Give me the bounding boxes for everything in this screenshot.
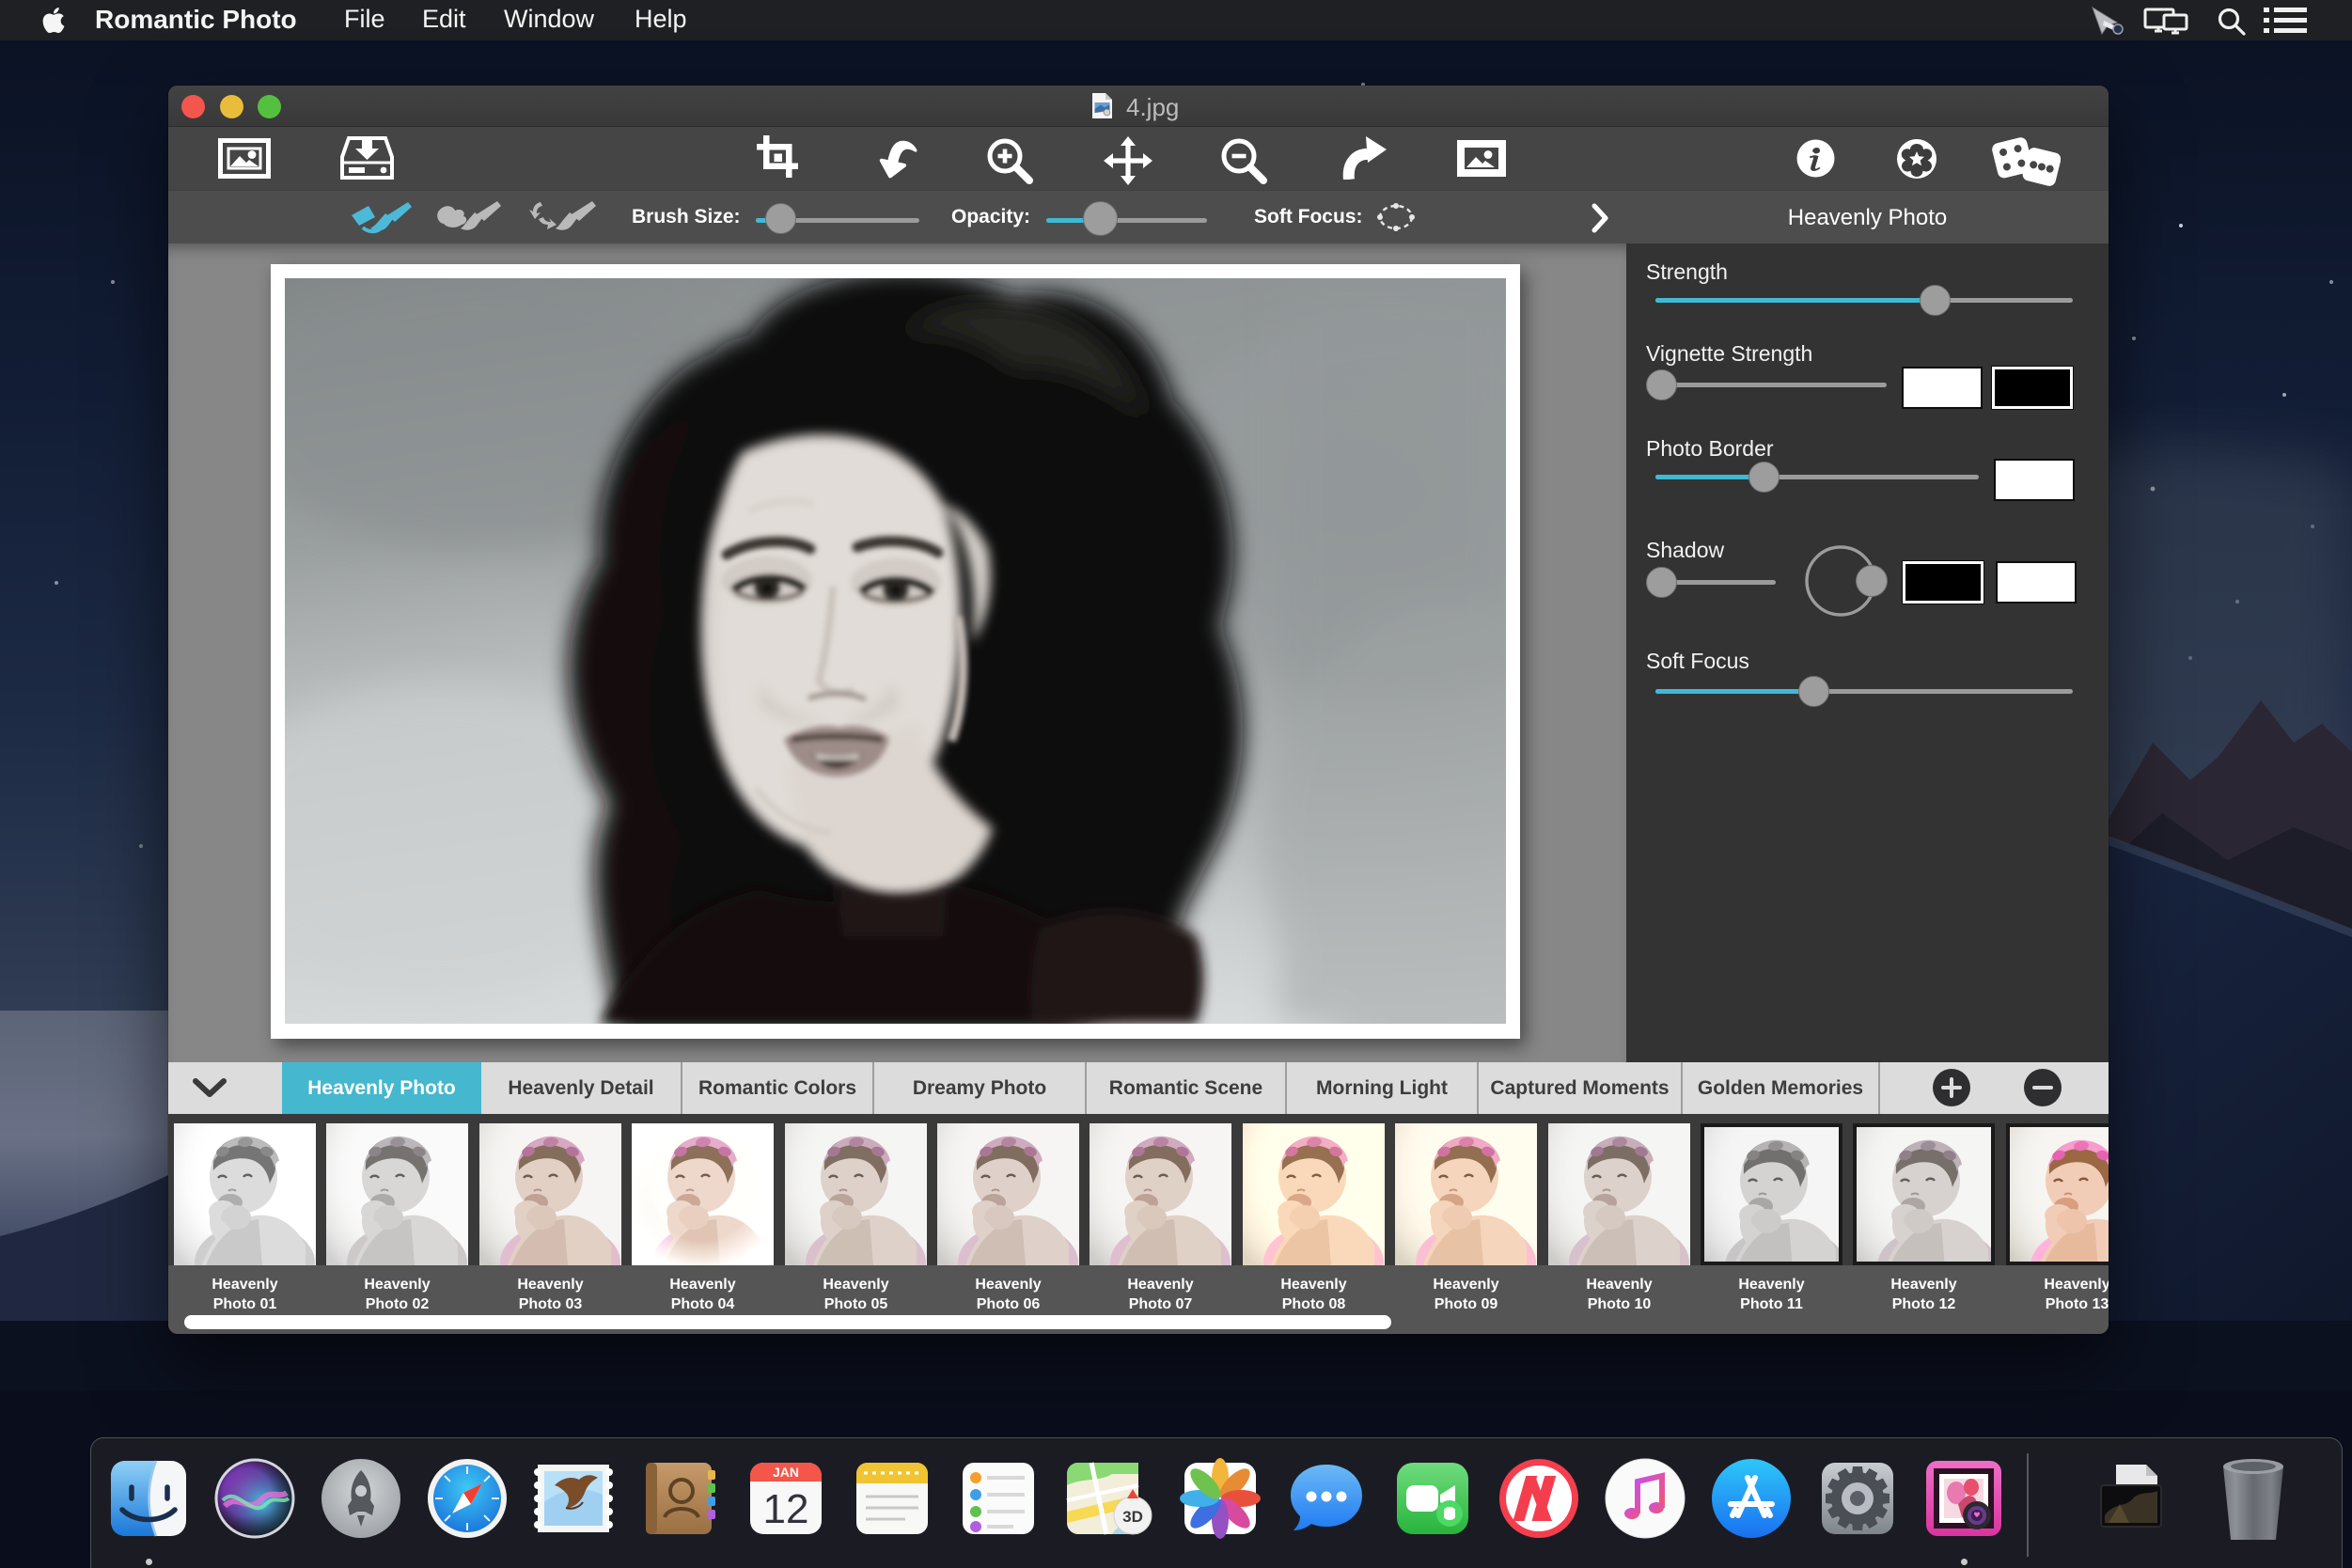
svg-text:JAN: JAN (773, 1465, 799, 1480)
svg-text:12: 12 (763, 1486, 809, 1532)
svg-text:3D: 3D (1122, 1508, 1143, 1526)
